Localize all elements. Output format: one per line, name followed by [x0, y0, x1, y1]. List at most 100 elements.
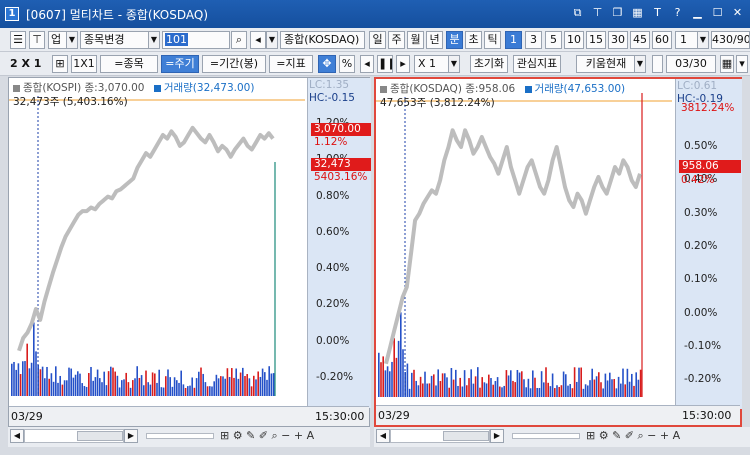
volume-bar: [59, 375, 61, 396]
horizontal-scrollbar[interactable]: [24, 429, 124, 443]
volume-bar: [576, 381, 578, 397]
link-icon[interactable]: ⧉: [571, 6, 584, 20]
date-input[interactable]: 03/30: [666, 55, 716, 73]
bottom-toolbar-right: ◀ ▶ ⊞ ⚙ ✎ ✐ ⌕ − + A: [374, 427, 750, 447]
volume-bar: [228, 377, 231, 396]
interest-indicator-button[interactable]: 관심지표: [513, 55, 561, 73]
interval-1[interactable]: 1: [505, 31, 522, 49]
hc-value: HC:-0.15: [309, 92, 355, 104]
period-second[interactable]: 초: [465, 31, 482, 49]
scrollbar-thumb[interactable]: [77, 431, 123, 441]
volume-bar: [560, 385, 563, 397]
volume-bar: [74, 374, 77, 396]
range-input[interactable]: 430/90: [711, 31, 750, 49]
count-select[interactable]: 1: [675, 31, 699, 49]
interval-15[interactable]: 15: [586, 31, 606, 49]
volume-bar: [94, 377, 97, 396]
kiwoom-current-select[interactable]: 키움현재: [576, 55, 636, 73]
chart-panel-kosdaq[interactable]: 0.50% 0.40% 0.30% 0.20% 0.10% 0.00% -0.10…: [374, 77, 742, 427]
horizontal-scrollbar[interactable]: [390, 429, 490, 443]
chart-plot-kosdaq[interactable]: [376, 79, 674, 407]
grid-icon[interactable]: ⊞: [52, 55, 68, 73]
volume-bar: [624, 384, 626, 397]
volume-bar: [105, 385, 108, 396]
chevron-down-icon[interactable]: ▼: [448, 55, 460, 73]
interval-5[interactable]: 5: [545, 31, 562, 49]
chevron-down-icon[interactable]: ▼: [148, 31, 160, 49]
zoom-slider[interactable]: [512, 433, 580, 439]
scrollbar-thumb[interactable]: [443, 431, 489, 441]
volume-bar: [483, 382, 486, 397]
market-select[interactable]: 업: [48, 31, 68, 49]
interval-3[interactable]: 3: [525, 31, 542, 49]
scroll-right-icon[interactable]: ▶: [490, 429, 504, 443]
volume-bar: [571, 388, 574, 397]
chevron-down-icon[interactable]: ▾: [736, 55, 748, 73]
period-tick[interactable]: 틱: [484, 31, 501, 49]
volume-bar: [125, 372, 127, 396]
speaker-icon[interactable]: ◂: [250, 31, 266, 49]
calendar-icon[interactable]: ▦: [720, 55, 734, 73]
move-icon[interactable]: ✥: [318, 55, 336, 73]
tab-indicator[interactable]: =지표: [269, 55, 313, 73]
volume-bar: [259, 376, 262, 396]
font-icon[interactable]: T: [651, 6, 664, 20]
y-tick-label: -0.20%: [316, 370, 354, 383]
chevron-down-icon[interactable]: ▼: [66, 31, 78, 49]
close-icon[interactable]: ✕: [731, 6, 744, 20]
percent-toggle[interactable]: %: [339, 55, 355, 73]
tab-stock[interactable]: =종목: [100, 55, 158, 73]
layout-1x1-button[interactable]: 1X1: [71, 55, 97, 73]
period-month[interactable]: 월: [407, 31, 424, 49]
volume-bar: [488, 374, 490, 397]
period-minute[interactable]: 분: [446, 31, 463, 49]
volume-bar: [103, 371, 105, 396]
toolset-icons[interactable]: ⊞ ⚙ ✎ ✐ ⌕ − + A: [220, 429, 314, 443]
interval-45[interactable]: 45: [630, 31, 650, 49]
zoom-slider[interactable]: [146, 433, 214, 439]
volume-bar: [17, 363, 20, 396]
scroll-left-icon[interactable]: ◀: [10, 429, 24, 443]
change-stock-select[interactable]: 종목변경: [80, 31, 150, 49]
help-icon[interactable]: ?: [671, 6, 684, 20]
pin-icon[interactable]: ⊤: [591, 6, 604, 20]
capture-icon[interactable]: ▦: [631, 6, 644, 20]
next-icon[interactable]: ▸: [396, 55, 410, 73]
tab-range[interactable]: =기간(봉): [202, 55, 266, 73]
volume-bar: [538, 387, 541, 397]
stock-name-field[interactable]: 종합(KOSDAQ): [280, 31, 365, 49]
period-year[interactable]: 년: [426, 31, 443, 49]
toolset-icons[interactable]: ⊞ ⚙ ✎ ✐ ⌕ − + A: [586, 429, 680, 443]
pin-tool-icon[interactable]: ⊤: [29, 31, 45, 49]
scroll-left-icon[interactable]: ◀: [376, 429, 390, 443]
maximize-icon[interactable]: ☐: [711, 6, 724, 20]
scroll-right-icon[interactable]: ▶: [124, 429, 138, 443]
pause-icon[interactable]: ❚❚: [377, 55, 393, 73]
code-input[interactable]: 101: [162, 31, 230, 49]
menu-icon[interactable]: ☰: [10, 31, 26, 49]
reset-button[interactable]: 초기화: [470, 55, 508, 73]
interval-10[interactable]: 10: [564, 31, 584, 49]
minimize-icon[interactable]: ▁: [691, 6, 704, 20]
prev-icon[interactable]: ◂: [360, 55, 374, 73]
chart-plot-kospi[interactable]: [9, 78, 307, 408]
volume-bar: [598, 372, 600, 397]
multiplier-select[interactable]: X 1: [414, 55, 450, 73]
chart-panel-kospi[interactable]: 1.20% 1.00% 0.80% 0.60% 0.40% 0.20% 0.00…: [8, 77, 371, 427]
period-week[interactable]: 주: [388, 31, 405, 49]
chevron-down-icon[interactable]: ▼: [697, 31, 709, 49]
chevron-down-icon[interactable]: ▼: [266, 31, 278, 49]
volume-bar: [382, 356, 384, 397]
price-tag: 3,070.00: [311, 123, 371, 136]
period-day[interactable]: 일: [369, 31, 386, 49]
interval-30[interactable]: 30: [608, 31, 628, 49]
volume-bar: [580, 367, 582, 397]
tab-cycle[interactable]: =주기: [161, 55, 199, 73]
chevron-down-icon[interactable]: ▼: [634, 55, 646, 73]
volume-bar: [160, 387, 163, 396]
copy-window-icon[interactable]: ❐: [611, 6, 624, 20]
date-checkbox[interactable]: [652, 55, 663, 73]
search-icon[interactable]: ⌕: [231, 31, 247, 49]
volume-bar: [180, 370, 182, 396]
interval-60[interactable]: 60: [652, 31, 672, 49]
